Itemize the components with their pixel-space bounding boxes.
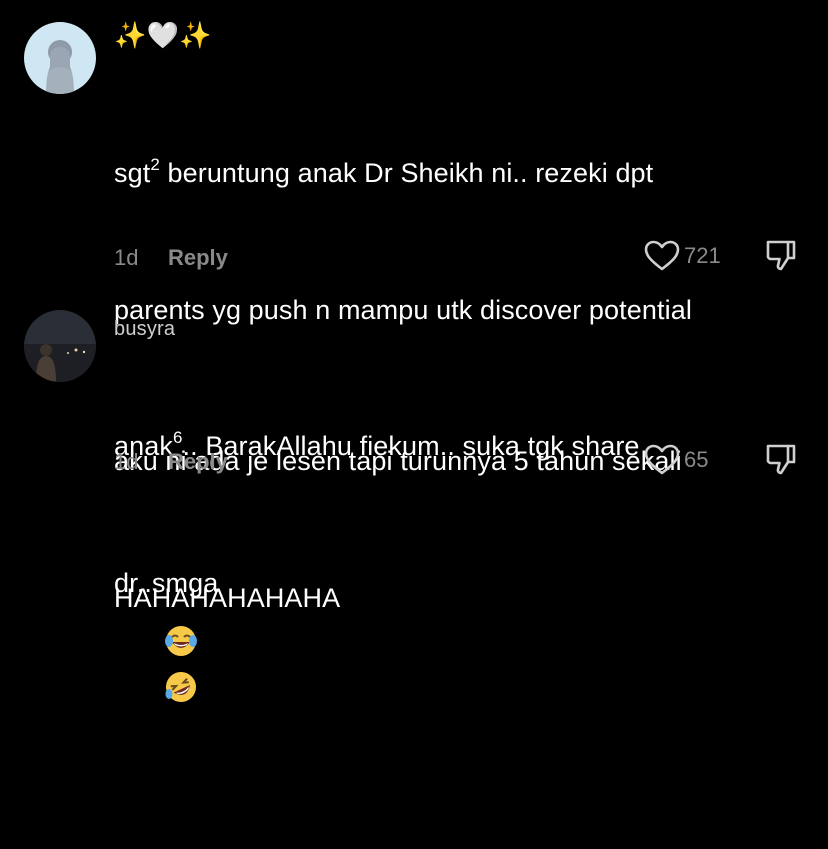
thumbs-down-icon (766, 444, 796, 475)
reply-button[interactable]: Reply (168, 449, 228, 475)
timestamp: 1d (114, 449, 139, 474)
like-button[interactable]: 65 (644, 444, 708, 476)
username[interactable]: busyra (114, 318, 175, 341)
heart-icon (644, 444, 680, 475)
comment-line: HAHAHAHAHAHA (114, 576, 682, 758)
comment-2: busyra aku ni ada je lesen tapi turunnya… (0, 0, 828, 702)
comment-text: aku ni ada je lesen tapi turunnya 5 tahu… (114, 348, 682, 849)
text-segment: HAHAHAHAHAHA (114, 582, 341, 613)
rolling-on-the-floor-laughing-icon (165, 671, 196, 702)
face-with-tears-of-joy-icon (164, 626, 197, 656)
avatar[interactable] (24, 310, 96, 382)
like-count: 65 (684, 447, 709, 472)
dislike-button[interactable] (764, 442, 798, 481)
avatar-night-photo (24, 310, 96, 382)
